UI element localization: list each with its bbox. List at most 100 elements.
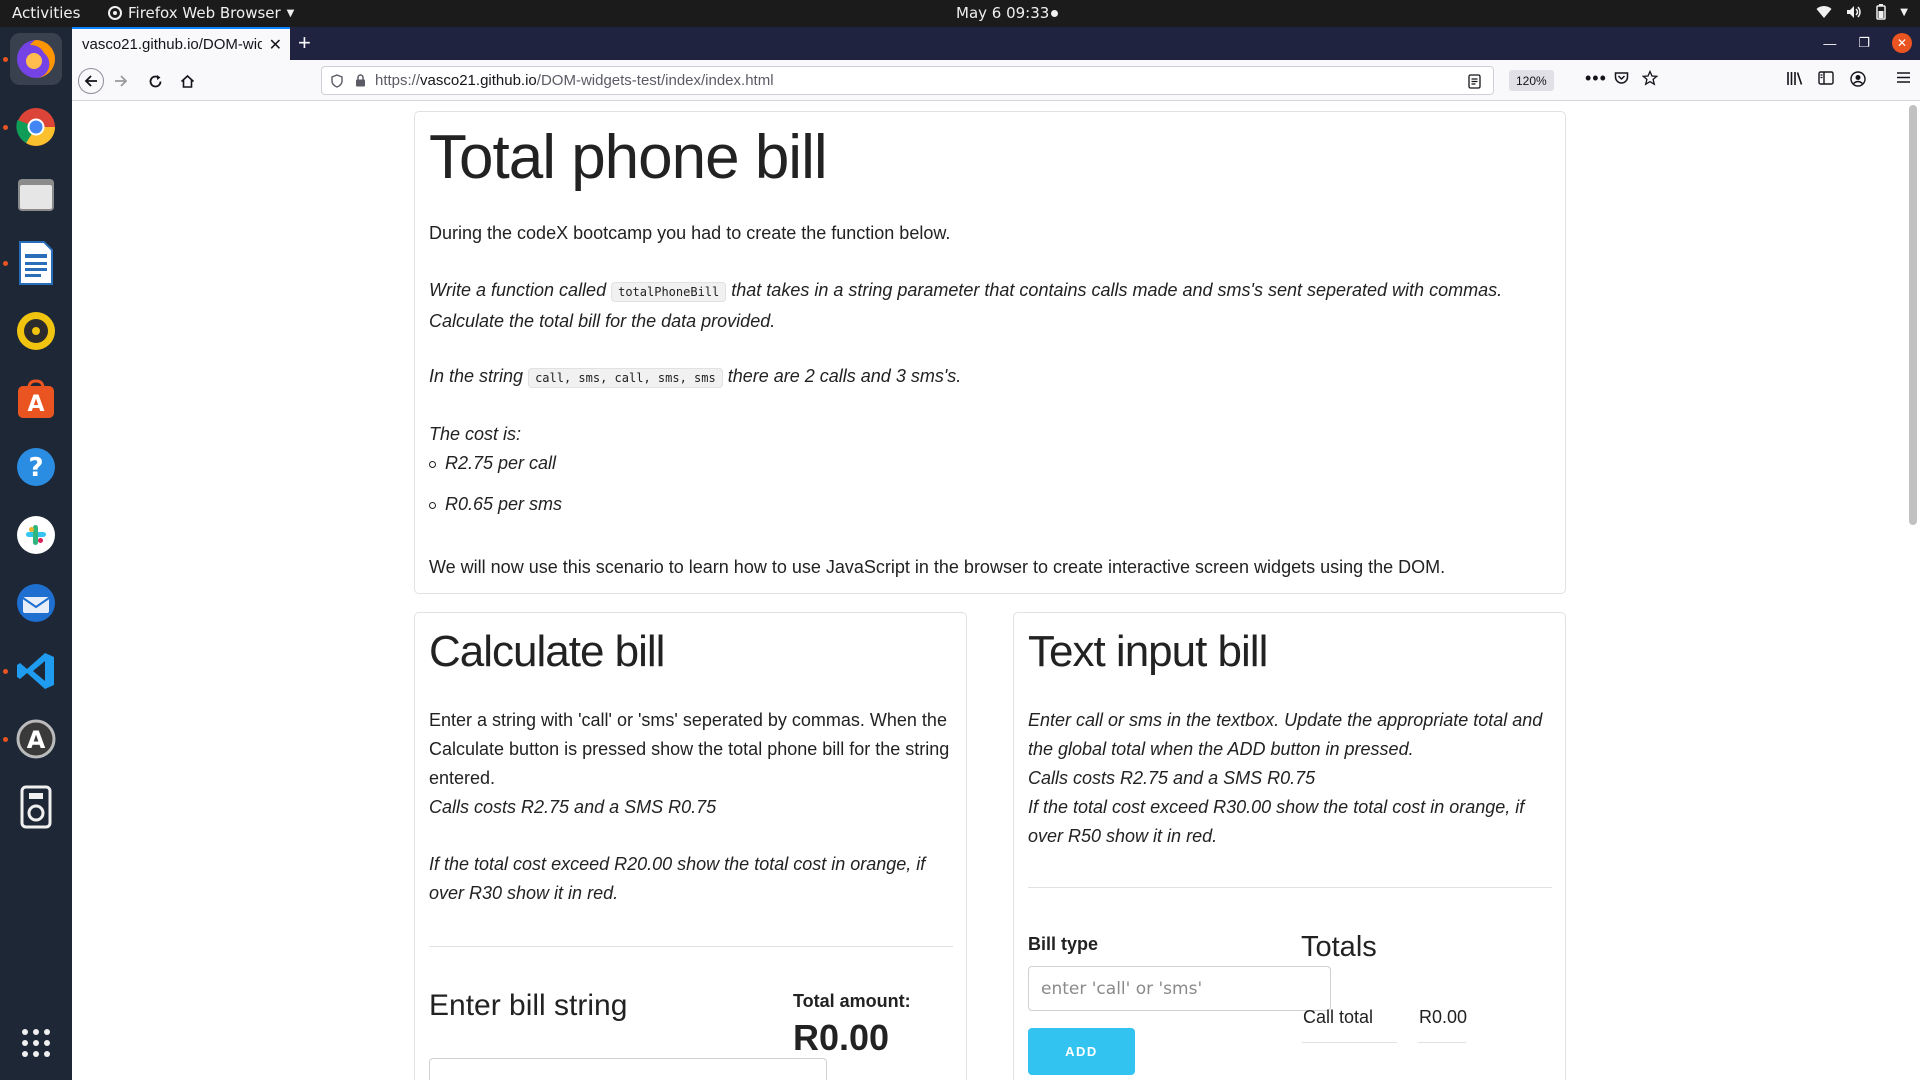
- url-host: vasco21.github.io: [420, 72, 537, 89]
- window-close-icon[interactable]: ✕: [1892, 33, 1912, 53]
- dock-firefox[interactable]: [10, 33, 62, 85]
- new-tab-button[interactable]: +: [298, 30, 311, 56]
- example-paragraph: In the string call, sms, call, sms, sms …: [429, 362, 961, 393]
- zoom-indicator[interactable]: 120%: [1509, 70, 1554, 91]
- example-text-before: In the string: [429, 366, 524, 386]
- bill-type-label: Bill type: [1028, 934, 1099, 954]
- total-amount-label: Total amount:: [793, 991, 911, 1011]
- page-viewport: Total phone bill During the codeX bootca…: [72, 101, 1920, 1080]
- dock-updater[interactable]: A: [10, 713, 62, 765]
- pocket-icon[interactable]: [1614, 71, 1629, 85]
- running-indicator: [3, 737, 8, 742]
- url-path: /DOM-widgets-test/index/index.html: [536, 72, 774, 89]
- reader-view-icon[interactable]: [1468, 74, 1481, 89]
- chevron-down-icon: ▼: [286, 7, 295, 19]
- system-tray[interactable]: ▼: [1816, 4, 1908, 20]
- notification-dot: [1051, 10, 1058, 17]
- battery-icon: [1876, 4, 1887, 20]
- account-icon[interactable]: [1850, 71, 1866, 87]
- scrollbar-thumb[interactable]: [1909, 105, 1917, 525]
- tab-title: vasco21.github.io/DOM-widgets-test/index…: [82, 36, 262, 53]
- software-center-icon: A: [18, 379, 54, 418]
- sidebar-icon[interactable]: [1818, 71, 1834, 85]
- dock-help[interactable]: ?: [10, 441, 62, 493]
- forward-arrow-icon: [115, 75, 128, 87]
- calculate-bill-title: Calculate bill: [429, 627, 665, 676]
- volume-icon: [1847, 6, 1862, 18]
- minimize-icon[interactable]: —: [1823, 36, 1836, 51]
- text-input-bill-card: Text input bill Enter call or sms in the…: [1013, 612, 1566, 1080]
- url-prefix: https://: [375, 72, 421, 89]
- dock-vscode[interactable]: [10, 645, 62, 697]
- forward-button[interactable]: [108, 68, 134, 94]
- slack-icon: [17, 516, 55, 554]
- dock-files[interactable]: [10, 169, 62, 221]
- divider: [1418, 1042, 1466, 1043]
- clock[interactable]: May 6 09:33: [956, 4, 1049, 22]
- app-menu-label: Firefox Web Browser: [128, 4, 281, 22]
- firefox-icon: [17, 40, 55, 78]
- files-icon: [18, 179, 54, 211]
- dock-slack[interactable]: [10, 509, 62, 561]
- call-total-label: Call total: [1303, 1007, 1374, 1027]
- page-actions-icon[interactable]: •••: [1585, 68, 1607, 89]
- calculate-rule: If the total cost exceed R20.00 show the…: [429, 854, 926, 903]
- url-text: https://vasco21.github.io/DOM-widgets-te…: [375, 72, 774, 89]
- calculate-desc: Enter a string with 'call' or 'sms' sepe…: [429, 710, 950, 788]
- rhythmbox-icon: [17, 312, 55, 350]
- svg-text:?: ?: [28, 453, 43, 483]
- library-icon[interactable]: [1786, 71, 1803, 86]
- function-text-after: that takes in a string parameter that co…: [731, 280, 1503, 300]
- address-bar[interactable]: https://vasco21.github.io/DOM-widgets-te…: [321, 66, 1494, 95]
- page-scrollbar[interactable]: [1906, 101, 1920, 1080]
- maximize-icon[interactable]: ❐: [1858, 35, 1870, 51]
- app-menu[interactable]: Firefox Web Browser ▼: [108, 4, 294, 22]
- enter-bill-string-heading: Enter bill string: [429, 989, 628, 1022]
- page-title: Total phone bill: [429, 123, 828, 192]
- tab-active[interactable]: vasco21.github.io/DOM-widgets-test/index…: [72, 27, 290, 60]
- system-top-bar: Activities Firefox Web Browser ▼ May 6 0…: [0, 0, 1920, 27]
- bill-string-input[interactable]: [429, 1058, 827, 1080]
- dock-show-apps[interactable]: [10, 1017, 62, 1069]
- text-input-bill-title: Text input bill: [1028, 627, 1268, 676]
- thunderbird-icon: [17, 584, 55, 622]
- divider: [429, 946, 953, 947]
- divider: [1028, 887, 1552, 888]
- tab-bar: vasco21.github.io/DOM-widgets-test/index…: [72, 27, 1920, 60]
- running-indicator: [3, 57, 8, 62]
- window-controls: — ❐ ✕: [1823, 33, 1912, 53]
- shield-icon[interactable]: [331, 73, 343, 88]
- running-indicator: [3, 125, 8, 130]
- call-total-value: R0.00: [1419, 1007, 1468, 1027]
- function-description-line: Write a function called totalPhoneBill t…: [429, 276, 1539, 307]
- activities-button[interactable]: Activities: [12, 4, 80, 22]
- cost-item-sms: R0.65 per sms: [429, 490, 562, 519]
- firefox-small-icon: [108, 6, 122, 20]
- home-button[interactable]: [174, 68, 200, 94]
- text-input-rule: If the total cost exceed R30.00 show the…: [1028, 797, 1525, 846]
- bill-type-input[interactable]: enter 'call' or 'sms': [1028, 966, 1331, 1011]
- add-button[interactable]: ADD: [1028, 1028, 1135, 1075]
- dock-software[interactable]: A: [10, 373, 62, 425]
- dock-chrome[interactable]: [10, 101, 62, 153]
- calculate-bill-card: Calculate bill Enter a string with 'call…: [414, 612, 967, 1080]
- hamburger-menu-icon[interactable]: [1896, 71, 1911, 84]
- cost-heading: The cost is:: [429, 424, 522, 444]
- bookmark-star-icon[interactable]: [1642, 70, 1658, 86]
- dock-thunderbird[interactable]: [10, 577, 62, 629]
- close-tab-icon[interactable]: ✕: [269, 35, 282, 55]
- home-icon: [180, 74, 194, 88]
- writer-icon: [19, 241, 53, 285]
- dock-device[interactable]: [10, 781, 62, 833]
- reload-button[interactable]: [142, 68, 168, 94]
- cost-item-call: R2.75 per call: [429, 449, 562, 478]
- intro-card: Total phone bill During the codeX bootca…: [414, 111, 1566, 594]
- closing-paragraph: We will now use this scenario to learn h…: [429, 557, 1446, 577]
- back-button[interactable]: [78, 68, 104, 94]
- dock-rhythmbox[interactable]: [10, 305, 62, 357]
- lock-icon[interactable]: [355, 74, 366, 87]
- dock-writer[interactable]: [10, 237, 62, 289]
- function-text-before: Write a function called: [429, 280, 607, 300]
- function-name-code: totalPhoneBill: [611, 282, 727, 302]
- totals-heading: Totals: [1301, 931, 1377, 963]
